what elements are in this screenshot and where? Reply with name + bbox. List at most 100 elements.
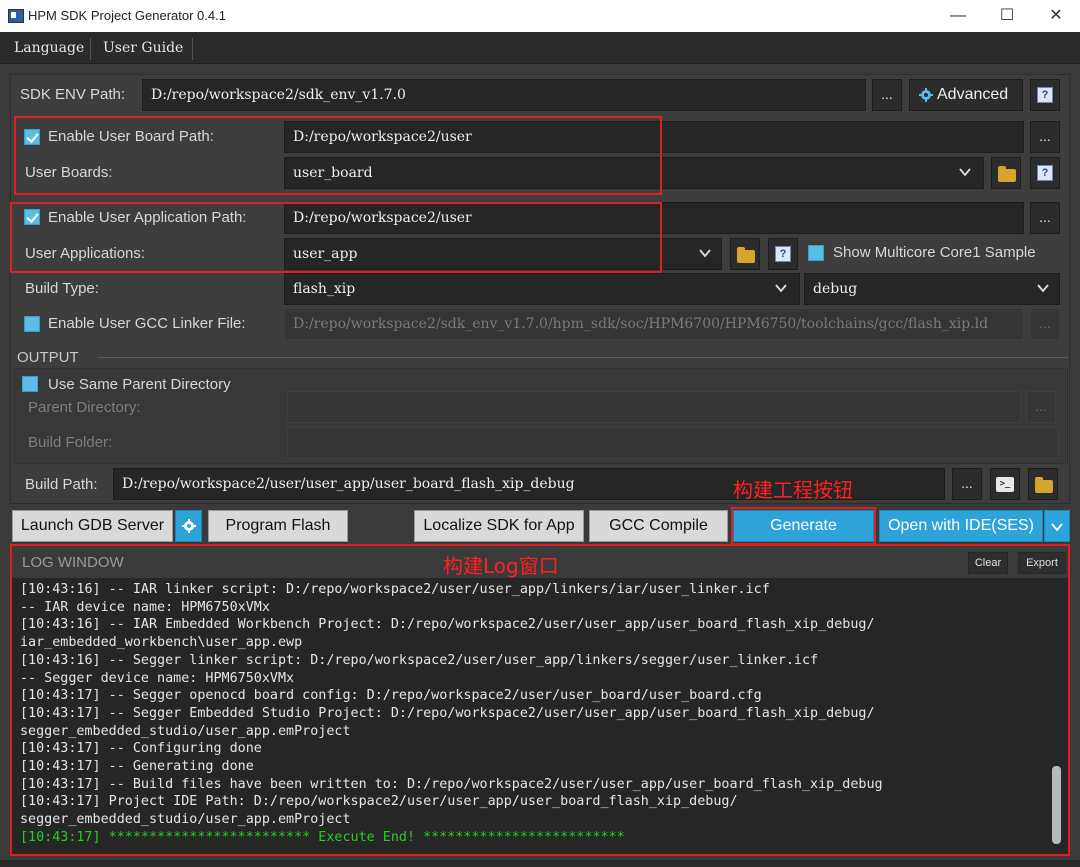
log-line: [10:43:17] -- Build files have been writ… <box>20 776 883 792</box>
user-boards-label: User Boards: <box>25 164 113 181</box>
user-app-folder-button[interactable] <box>730 238 760 270</box>
log-line: [10:43:16] -- Segger linker script: D:/r… <box>20 652 819 668</box>
log-line: segger_embedded_studio/user_app.emProjec… <box>20 812 351 828</box>
multicore-checkbox[interactable] <box>808 245 824 261</box>
advanced-label: Advanced <box>937 86 1009 103</box>
folder-icon <box>998 166 1016 182</box>
log-clear-button[interactable]: Clear <box>968 552 1008 574</box>
log-line: [10:43:17] ************************* Exe… <box>20 829 625 845</box>
chevron-down-icon <box>959 168 971 177</box>
help-icon: ? <box>1037 165 1053 181</box>
program-flash-button[interactable]: Program Flash <box>208 510 348 542</box>
enable-user-board-checkbox[interactable] <box>24 129 40 145</box>
linker-browse-button: ... <box>1030 308 1060 340</box>
build-folder-label: Build Folder: <box>28 434 113 451</box>
generate-annotation: 构建工程按钮 <box>733 478 853 502</box>
log-line: [10:43:17] -- Segger openocd board confi… <box>20 688 762 704</box>
user-app-browse-button[interactable]: ... <box>1030 202 1060 234</box>
build-path-label: Build Path: <box>25 476 98 493</box>
log-annotation: 构建Log窗口 <box>443 554 559 578</box>
log-line: [10:43:16] -- IAR Embedded Workbench Pro… <box>20 617 875 633</box>
user-app-path-input[interactable]: D:/repo/workspace2/user <box>284 202 1024 234</box>
build-type-select[interactable]: flash_xip <box>284 273 800 305</box>
open-ide-dropdown-button[interactable] <box>1044 510 1070 542</box>
linker-file-input: D:/repo/workspace2/sdk_env_v1.7.0/hpm_sd… <box>284 308 1024 340</box>
user-board-help-button[interactable]: ? <box>1030 157 1060 189</box>
app-icon <box>8 9 24 23</box>
same-parent-checkbox[interactable] <box>22 376 38 392</box>
enable-linker-label: Enable User GCC Linker File: <box>48 315 246 332</box>
build-path-browse-button[interactable]: ... <box>952 468 982 500</box>
build-path-folder-button[interactable] <box>1028 468 1058 500</box>
parent-directory-input <box>287 391 1021 423</box>
user-applications-select[interactable]: user_app <box>284 238 722 270</box>
chevron-down-icon <box>775 284 787 293</box>
gear-icon <box>182 519 196 533</box>
folder-icon <box>737 247 755 263</box>
log-line: segger_embedded_studio/user_app.emProjec… <box>20 723 351 739</box>
sdk-env-browse-button[interactable]: ... <box>872 79 902 111</box>
log-line: -- IAR device name: HPM6750xVMx <box>20 599 270 615</box>
close-button[interactable]: ✕ <box>1046 6 1066 26</box>
gear-icon <box>919 88 933 102</box>
help-icon: ? <box>775 246 791 262</box>
log-line: [10:43:17] -- Configuring done <box>20 741 262 757</box>
log-line: [10:43:17] Project IDE Path: D:/repo/wor… <box>20 794 738 810</box>
log-window: LOG WINDOW Clear Export [10:43:16] -- IA… <box>10 544 1070 856</box>
user-board-path-input[interactable]: D:/repo/workspace2/user <box>284 121 1024 153</box>
log-line: -- Segger device name: HPM6750xVMx <box>20 670 295 686</box>
build-variant-select[interactable]: debug <box>804 273 1060 305</box>
user-boards-select[interactable]: user_board <box>284 157 984 189</box>
chevron-down-icon <box>699 249 711 258</box>
user-app-help-button[interactable]: ? <box>768 238 798 270</box>
chevron-down-icon <box>1051 523 1063 532</box>
title-bar: HPM SDK Project Generator 0.4.1 — ☐ ✕ <box>0 0 1080 32</box>
multicore-label: Show Multicore Core1 Sample <box>833 244 1036 261</box>
log-title: LOG WINDOW <box>22 554 124 571</box>
build-type-label: Build Type: <box>25 280 99 297</box>
sdk-env-label: SDK ENV Path: <box>20 86 126 103</box>
gcc-compile-button[interactable]: GCC Compile <box>589 510 728 542</box>
menu-divider <box>192 38 193 60</box>
terminal-icon: >_ <box>996 477 1014 492</box>
sdk-help-button[interactable]: ? <box>1030 79 1060 111</box>
minimize-button[interactable]: — <box>948 6 968 26</box>
maximize-button[interactable]: ☐ <box>997 6 1017 26</box>
menu-bar: Language User Guide <box>0 32 1080 64</box>
open-terminal-button[interactable]: >_ <box>990 468 1020 500</box>
same-parent-label: Use Same Parent Directory <box>48 376 231 393</box>
log-line: iar_embedded_workbench\user_app.ewp <box>20 635 303 651</box>
user-applications-label: User Applications: <box>25 245 146 262</box>
enable-user-app-checkbox[interactable] <box>24 209 40 225</box>
parent-directory-label: Parent Directory: <box>28 399 141 416</box>
help-icon: ? <box>1037 87 1053 103</box>
log-line: [10:43:17] -- Segger Embedded Studio Pro… <box>20 705 875 721</box>
build-folder-input <box>287 427 1059 459</box>
parent-directory-browse-button: ... <box>1026 391 1056 423</box>
window-bottom-edge <box>0 860 1080 867</box>
window-title: HPM SDK Project Generator 0.4.1 <box>28 8 226 23</box>
generate-button[interactable]: Generate <box>733 510 874 542</box>
menu-language[interactable]: Language <box>14 40 84 56</box>
localize-sdk-button[interactable]: Localize SDK for App <box>414 510 584 542</box>
menu-divider <box>90 38 91 60</box>
menu-user-guide[interactable]: User Guide <box>103 40 183 56</box>
gdb-settings-button[interactable] <box>175 510 202 542</box>
enable-user-app-label: Enable User Application Path: <box>48 209 247 226</box>
output-divider <box>98 357 1068 358</box>
advanced-button[interactable]: Advanced <box>909 79 1023 111</box>
log-line: [10:43:17] -- Generating done <box>20 759 254 774</box>
enable-user-board-label: Enable User Board Path: <box>48 128 214 145</box>
sdk-env-path-input[interactable]: D:/repo/workspace2/sdk_env_v1.7.0 <box>142 79 866 111</box>
open-ide-button[interactable]: Open with IDE(SES) <box>879 510 1043 542</box>
log-line: [10:43:16] -- IAR linker script: D:/repo… <box>20 582 770 597</box>
log-scrollbar-thumb[interactable] <box>1052 766 1061 844</box>
chevron-down-icon <box>1037 284 1049 293</box>
log-export-button[interactable]: Export <box>1018 552 1066 574</box>
enable-linker-checkbox[interactable] <box>24 316 40 332</box>
user-board-browse-button[interactable]: ... <box>1030 121 1060 153</box>
launch-gdb-server-button[interactable]: Launch GDB Server <box>12 510 173 542</box>
user-board-folder-button[interactable] <box>991 157 1021 189</box>
output-section-label: OUTPUT <box>17 349 79 366</box>
folder-icon <box>1035 477 1053 493</box>
